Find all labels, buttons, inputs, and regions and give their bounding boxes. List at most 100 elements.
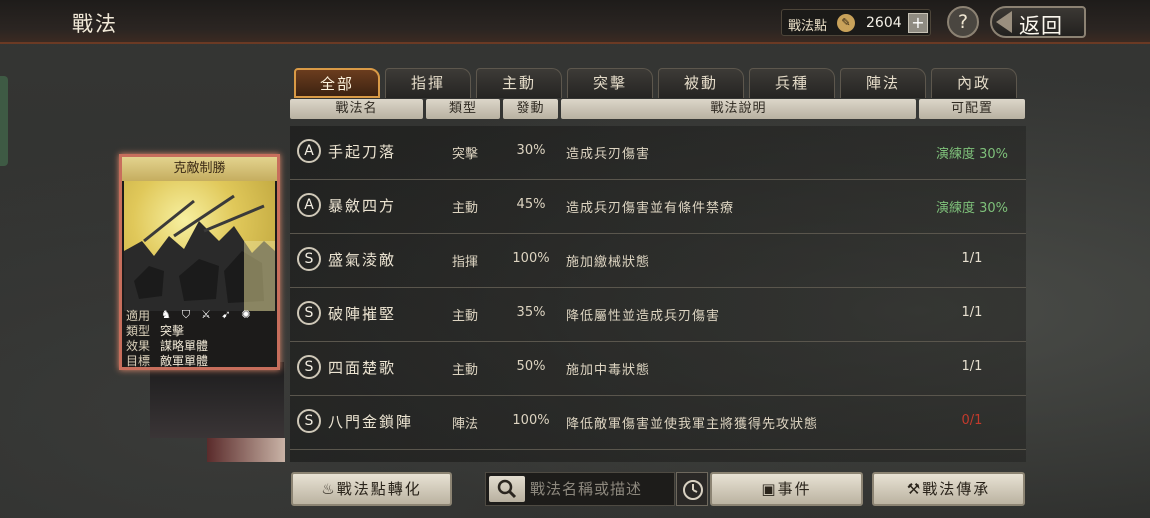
history-button[interactable]	[676, 472, 708, 506]
table-row[interactable]: S 破陣摧堅 主動 35% 降低屬性並造成兵刃傷害 1/1	[290, 288, 1026, 342]
tactic-description: 降低屬性並造成兵刃傷害	[566, 309, 721, 324]
column-header-type[interactable]: 類型	[426, 99, 500, 119]
hammer-icon: ⚒	[906, 480, 923, 498]
tactic-type: 指揮	[451, 255, 478, 270]
tab-assault[interactable]: 突擊	[567, 68, 653, 98]
page-title: 戰法	[72, 12, 118, 36]
tactic-description: 施加中毒狀態	[566, 363, 651, 378]
tactic-description: 造成兵刃傷害	[566, 147, 651, 162]
tactic-description: 降低敵軍傷害並使我軍主將獲得先攻狀態	[566, 417, 819, 432]
tab-all[interactable]: 全部	[294, 68, 380, 98]
column-header-description: 戰法說明	[561, 99, 916, 119]
tab-command[interactable]: 指揮	[385, 68, 471, 98]
tab-troop-type[interactable]: 兵種	[749, 68, 835, 98]
tactic-name: 盛氣淩敵	[328, 251, 397, 269]
tactic-rate: 35%	[516, 305, 546, 320]
card-artwork	[124, 181, 275, 311]
events-label: 事件	[777, 480, 812, 498]
grade-badge: A	[297, 193, 321, 217]
search-icon	[497, 479, 517, 499]
search-button[interactable]	[489, 476, 525, 502]
grade-badge: S	[297, 355, 321, 379]
card-info-key: 適用	[126, 309, 151, 323]
selected-tactic-card[interactable]: 克敵制勝 適用 ♞ ⛉ ⚔ ➹ ✺ 類型 突擊 效果 謀略單體 目標 敵軍單體	[119, 154, 280, 370]
tactic-availability: 0/1	[961, 413, 983, 428]
crossed-swords-icon: ⚔	[201, 308, 211, 321]
search-input[interactable]	[530, 473, 670, 505]
tactic-description: 造成兵刃傷害並有條件禁療	[566, 201, 735, 216]
add-points-button[interactable]: +	[908, 13, 928, 33]
tactic-name: 暴斂四方	[328, 197, 397, 215]
clock-icon	[683, 480, 703, 500]
card-info-value: 突擊	[160, 324, 185, 338]
tactic-rate: 100%	[512, 251, 550, 266]
unit-type-icons: ♞ ⛉ ⚔ ➹ ✺	[160, 309, 252, 324]
search-bar	[485, 472, 675, 506]
inherit-tactic-label: 戰法傳承	[922, 480, 991, 498]
tactic-availability: 1/1	[961, 251, 983, 266]
tactic-rate: 100%	[512, 413, 550, 428]
column-header-rate[interactable]: 發動	[503, 99, 558, 119]
category-tabs: 全部 指揮 主動 突擊 被動 兵種 陣法 內政	[294, 68, 1022, 98]
tactic-type: 突擊	[451, 147, 478, 162]
card-info-row: 目標 敵軍單體	[126, 354, 274, 369]
tactic-type: 主動	[451, 201, 478, 216]
table-row-partial[interactable]	[290, 450, 1026, 462]
tactic-points-value: 2604	[866, 15, 902, 31]
table-row[interactable]: S 四面楚歌 主動 50% 施加中毒狀態 1/1	[290, 342, 1026, 396]
grade-badge: S	[297, 409, 321, 433]
tab-active[interactable]: 主動	[476, 68, 562, 98]
wheel-icon: ✺	[241, 308, 251, 321]
tactic-availability: 演練度 30%	[935, 201, 1009, 216]
tactic-description: 施加繳械狀態	[566, 255, 651, 270]
tactic-rate: 30%	[516, 143, 546, 158]
card-title: 克敵制勝	[122, 157, 277, 181]
table-row[interactable]: S 八門金鎖陣 陣法 100% 降低敵軍傷害並使我軍主將獲得先攻狀態 0/1	[290, 396, 1026, 450]
tactic-points-label: 戰法點	[788, 19, 828, 34]
tab-formation[interactable]: 陣法	[840, 68, 926, 98]
back-arrow-icon	[996, 11, 1012, 33]
table-row[interactable]: S 盛氣淩敵 指揮 100% 施加繳械狀態 1/1	[290, 234, 1026, 288]
tactic-name: 八門金鎖陣	[328, 413, 414, 431]
tactic-name: 破陣摧堅	[328, 305, 397, 323]
tactic-name: 手起刀落	[328, 143, 397, 161]
tactic-availability: 演練度 30%	[935, 147, 1009, 162]
tactic-points-display: 戰法點 ✎ 2604 +	[781, 9, 931, 36]
card-info-row: 適用 ♞ ⛉ ⚔ ➹ ✺	[126, 309, 274, 324]
table-row[interactable]: A 手起刀落 突擊 30% 造成兵刃傷害 演練度 30%	[290, 126, 1026, 180]
column-header-available[interactable]: 可配置	[919, 99, 1025, 119]
tab-internal-affairs[interactable]: 內政	[931, 68, 1017, 98]
hero-portrait-shadow	[150, 362, 284, 438]
convert-points-button[interactable]: ♨戰法點轉化	[291, 472, 452, 506]
cavalry-icon: ♞	[161, 308, 171, 321]
hero-portrait-edge	[207, 438, 285, 462]
tactic-points-icon: ✎	[837, 14, 855, 32]
tactic-availability: 1/1	[961, 359, 983, 374]
table-row[interactable]: A 暴斂四方 主動 45% 造成兵刃傷害並有條件禁療 演練度 30%	[290, 180, 1026, 234]
card-info: 適用 ♞ ⛉ ⚔ ➹ ✺ 類型 突擊 效果 謀略單體 目標 敵軍單體	[126, 309, 274, 369]
tactics-list[interactable]: A 手起刀落 突擊 30% 造成兵刃傷害 演練度 30% A 暴斂四方 主動 4…	[290, 126, 1026, 462]
card-info-key: 類型	[126, 324, 151, 338]
card-info-key: 目標	[126, 354, 151, 368]
tab-passive[interactable]: 被動	[658, 68, 744, 98]
tactic-rate: 50%	[516, 359, 546, 374]
spear-icon: ➹	[221, 308, 231, 321]
flame-icon: ♨	[321, 480, 337, 498]
card-info-key: 效果	[126, 339, 151, 353]
events-button[interactable]: ▣事件	[710, 472, 863, 506]
side-drawer-handle[interactable]	[0, 76, 8, 166]
grade-badge: A	[297, 139, 321, 163]
help-button[interactable]: ?	[947, 6, 979, 38]
tactic-type: 主動	[451, 363, 478, 378]
top-bar: 戰法 戰法點 ✎ 2604 + ? 返回	[0, 0, 1150, 44]
convert-points-label: 戰法點轉化	[336, 480, 422, 498]
tactic-type: 主動	[451, 309, 478, 324]
column-header-name[interactable]: 戰法名	[290, 99, 423, 119]
back-button-label: 返回	[1019, 14, 1063, 38]
inherit-tactic-button[interactable]: ⚒戰法傳承	[872, 472, 1025, 506]
back-button[interactable]: 返回	[990, 6, 1086, 38]
tactic-rate: 45%	[516, 197, 546, 212]
card-info-row: 類型 突擊	[126, 324, 274, 339]
card-info-value: 謀略單體	[160, 339, 209, 353]
shield-icon: ⛉	[181, 308, 191, 321]
